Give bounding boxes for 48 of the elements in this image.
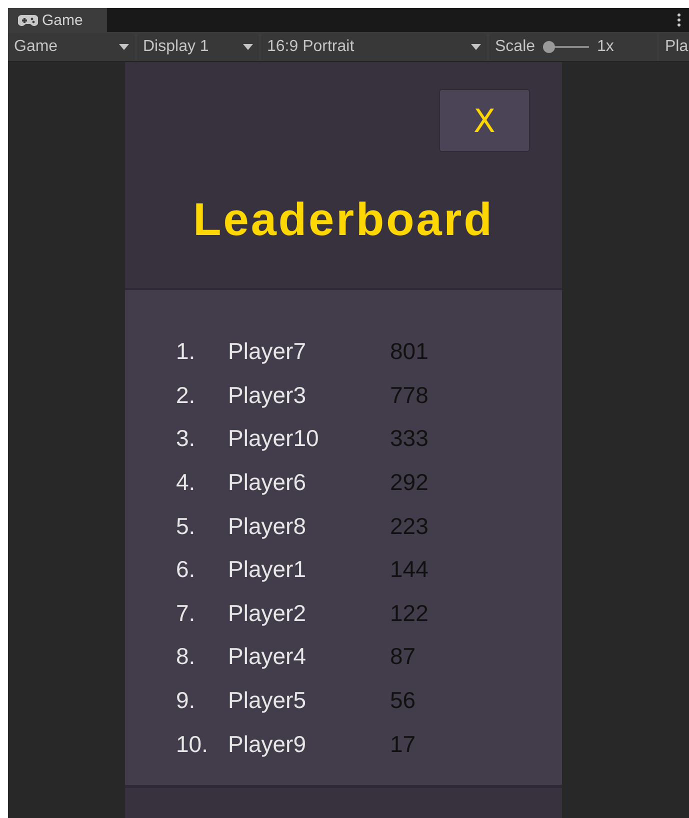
dropdown[interactable]: 16:9 Portrait <box>261 32 487 60</box>
scale-value: 1x <box>597 38 614 56</box>
score: 56 <box>390 687 416 714</box>
player-name: Player1 <box>228 556 307 584</box>
score: 87 <box>390 643 416 670</box>
caret-icon <box>471 44 481 50</box>
player-name: Player8 <box>228 512 307 540</box>
rank: 5. <box>176 512 196 540</box>
player-name: Player6 <box>228 469 307 496</box>
scale-label: Scale <box>495 38 536 56</box>
dropdown-label: Game <box>14 38 58 56</box>
rank: 3. <box>176 425 196 452</box>
player-name: Player5 <box>228 687 307 714</box>
caret-icon <box>243 44 253 50</box>
rank: 1. <box>176 338 196 366</box>
rank: 4. <box>176 469 196 496</box>
rank: 8. <box>176 643 196 670</box>
player-name: Player3 <box>228 382 307 409</box>
rank: 6. <box>176 556 196 584</box>
close-button[interactable]: X <box>439 89 530 152</box>
player-name: Player4 <box>228 643 307 670</box>
dropdown[interactable]: Display 1 <box>137 32 259 60</box>
rank: 2. <box>176 382 196 409</box>
rank: 10. <box>176 730 209 758</box>
score: 144 <box>390 556 428 584</box>
player-name: Player7 <box>228 338 307 366</box>
game-tab[interactable]: Game <box>8 8 107 32</box>
player-name: Player9 <box>228 730 307 758</box>
gamepad-icon <box>18 14 38 26</box>
rank: 7. <box>176 600 196 627</box>
dropdown[interactable]: Game <box>8 32 135 60</box>
slider-thumb[interactable] <box>543 40 556 52</box>
rank: 9. <box>176 687 196 714</box>
score: 292 <box>390 469 428 496</box>
score: 333 <box>390 425 428 452</box>
leaderboard-title: Leaderboard <box>193 194 494 245</box>
score: 122 <box>390 600 428 627</box>
dropdown-label: Display 1 <box>143 38 209 56</box>
player-name: Player10 <box>228 425 320 452</box>
play-button[interactable]: Pla <box>659 32 689 60</box>
dropdown-label: 16:9 Portrait <box>267 38 354 56</box>
caret-icon <box>119 44 129 50</box>
score: 778 <box>390 382 428 409</box>
score: 223 <box>390 512 428 540</box>
score: 17 <box>390 730 416 758</box>
player-name: Player2 <box>228 600 307 627</box>
more-options-icon[interactable] <box>677 13 681 27</box>
score: 801 <box>390 338 428 366</box>
